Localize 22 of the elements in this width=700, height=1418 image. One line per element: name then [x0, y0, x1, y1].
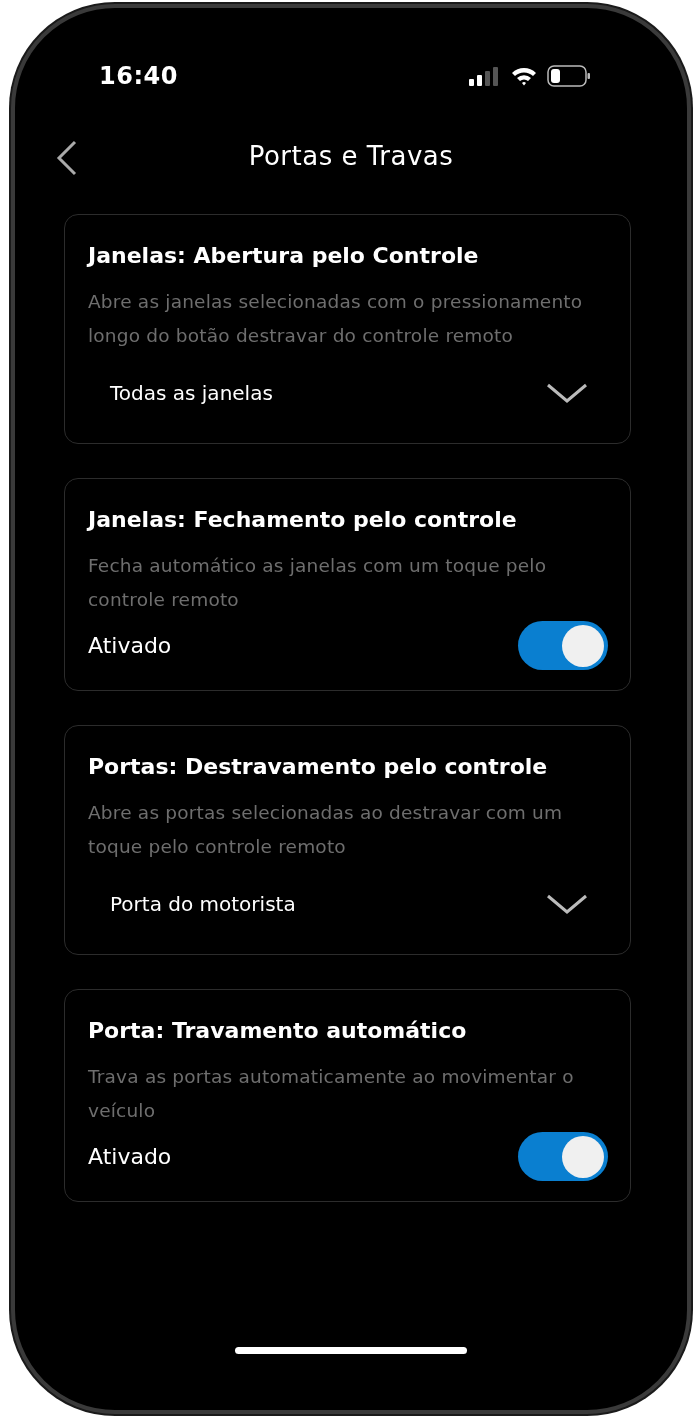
setting-title: Porta: Travamento automático — [88, 1017, 468, 1045]
chevron-down-icon — [546, 893, 588, 915]
setting-description: Abre as janelas selecionadas com o pressionamento longo do botão destravar do controle remoto — [88, 290, 584, 348]
setting-description: Fecha automático as janelas com um toque pelo controle remoto — [88, 554, 548, 612]
setting-description: Trava as portas automaticamente ao movimentar o veículo — [88, 1065, 575, 1123]
dropdown-select[interactable]: Todas as janelas — [88, 371, 608, 415]
setting-description: Abre as portas selecionadas ao destravar com um toque pelo controle remoto — [88, 801, 564, 859]
chevron-down-icon — [546, 382, 588, 404]
battery-icon — [547, 65, 591, 87]
back-button[interactable] — [55, 140, 79, 176]
toggle-label: Ativado — [88, 1144, 172, 1169]
setting-title: Portas: Destravamento pelo controle — [88, 753, 549, 781]
setting-title: Janelas: Fechamento pelo controle — [88, 506, 518, 534]
toggle-label: Ativado — [88, 633, 172, 658]
dropdown-select[interactable]: Porta do motorista — [88, 882, 608, 926]
toggle-switch[interactable] — [518, 1132, 608, 1181]
status-time: 16:40 — [99, 62, 178, 90]
page-title: Portas e Travas — [248, 141, 454, 171]
signal-icon — [469, 66, 501, 86]
toggle-switch[interactable] — [518, 621, 608, 670]
setting-title: Janelas: Abertura pelo Controle — [88, 242, 480, 270]
wifi-icon — [511, 66, 537, 86]
